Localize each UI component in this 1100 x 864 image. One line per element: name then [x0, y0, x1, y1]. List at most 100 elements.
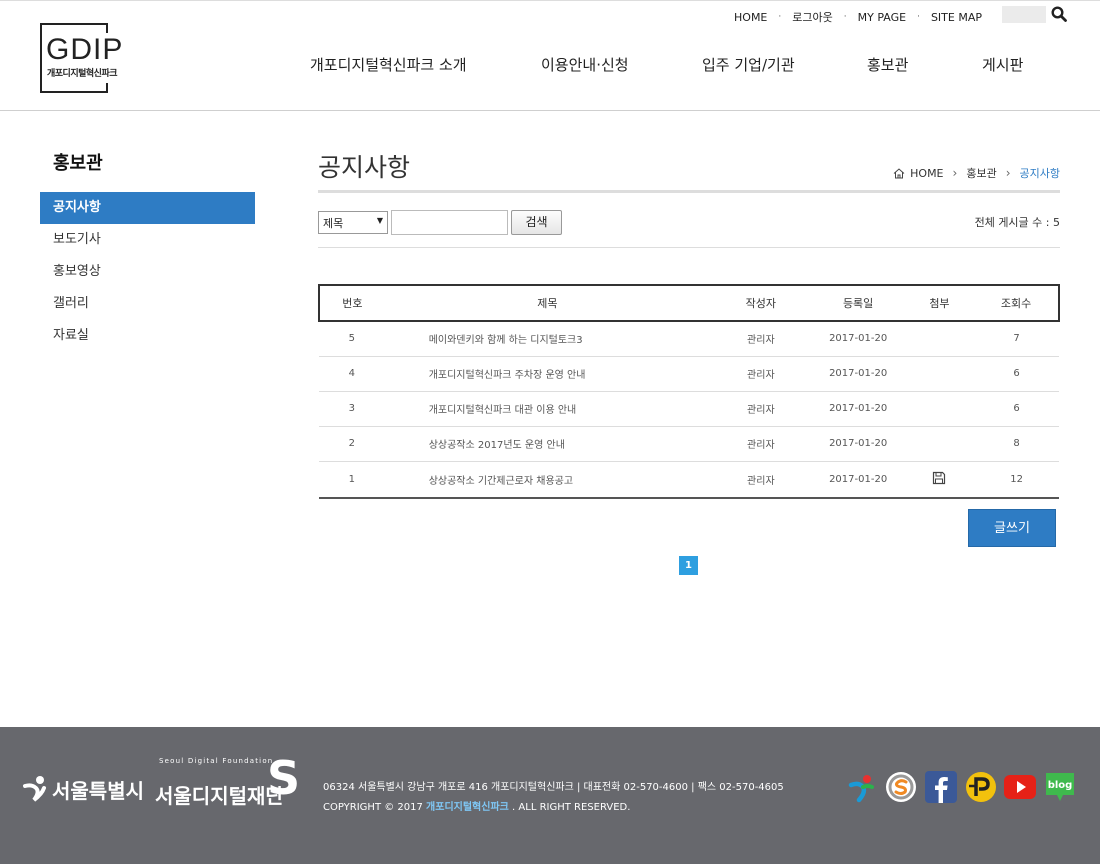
- row-attachment: [904, 391, 975, 427]
- row-date: 2017-01-20: [811, 321, 905, 357]
- nav-about[interactable]: 개포디지털혁신파크 소개: [310, 54, 467, 75]
- board-search-input[interactable]: [391, 210, 508, 235]
- seoul-city-logo[interactable]: 서울특별시: [22, 774, 144, 804]
- logo-text: GDIP: [46, 33, 124, 66]
- row-views: 6: [974, 356, 1059, 392]
- seoul-mark-icon: [23, 776, 46, 802]
- row-views: 12: [974, 461, 1059, 499]
- col-date: 등록일: [811, 284, 905, 322]
- site-footer: 서울특별시 Seoul Digital Foundation 서울디지털재단 S…: [0, 727, 1100, 864]
- sidebar-item-video[interactable]: 홍보영상: [40, 256, 255, 288]
- blog-icon[interactable]: blog: [1044, 771, 1076, 803]
- row-date: 2017-01-20: [811, 391, 905, 427]
- table-row[interactable]: 4 개포디지털혁신파크 주차장 운영 안내 관리자 2017-01-20 6: [319, 356, 1059, 392]
- breadcrumb: HOME › 홍보관 › 공지사항: [893, 165, 1060, 181]
- row-date: 2017-01-20: [811, 461, 905, 499]
- row-title-link[interactable]: 개포디지털혁신파크 주차장 운영 안내: [384, 356, 711, 392]
- chevron-right-icon: ›: [1005, 166, 1011, 180]
- util-mypage-link[interactable]: MY PAGE: [858, 11, 906, 24]
- nav-promotion[interactable]: 홍보관: [867, 54, 908, 75]
- row-attachment: [904, 426, 975, 462]
- blog-icon-label: blog: [1048, 780, 1073, 791]
- table-header-row: 번호 제목 작성자 등록일 첨부 조회수: [318, 284, 1060, 322]
- nav-usage-apply[interactable]: 이용안내·신청: [541, 54, 629, 75]
- search-divider: [318, 247, 1060, 248]
- util-logout-link[interactable]: 로그아웃: [792, 9, 832, 25]
- page-title: 공지사항: [318, 153, 411, 182]
- logo-subtext: 개포디지털혁신파크: [47, 69, 118, 79]
- sidebar-item-press[interactable]: 보도기사: [40, 224, 255, 256]
- row-author: 관리자: [710, 391, 812, 427]
- title-divider: [318, 190, 1060, 193]
- seoul-logo-text: 서울특별시: [52, 778, 144, 803]
- circle-s-icon[interactable]: [885, 771, 917, 803]
- search-field-select[interactable]: 제목 ▼: [318, 211, 388, 234]
- util-home-link[interactable]: HOME: [734, 11, 767, 24]
- row-number: 5: [319, 321, 385, 357]
- table-row[interactable]: 5 메이와덴키와 함께 하는 디지털토크3 관리자 2017-01-20 7: [319, 321, 1059, 357]
- sidebar: 홍보관 공지사항 보도기사 홍보영상 갤러리 자료실: [40, 152, 255, 352]
- sidebar-title: 홍보관: [53, 153, 103, 174]
- row-date: 2017-01-20: [811, 426, 905, 462]
- footer-copyright: COPYRIGHT © 2017 개포디지털혁신파크 . ALL RIGHT R…: [323, 802, 631, 813]
- footer-address: 06324 서울특별시 강남구 개포로 416 개포디지털혁신파크 | 대표전화…: [323, 782, 784, 793]
- notice-table: 번호 제목 작성자 등록일 첨부 조회수 5 메이와덴키와 함께 하는 디지털토…: [318, 284, 1060, 499]
- main-nav: 개포디지털혁신파크 소개 이용안내·신청 입주 기업/기관 홍보관 게시판: [310, 54, 1030, 76]
- nav-board[interactable]: 게시판: [982, 54, 1023, 75]
- row-number: 2: [319, 426, 385, 462]
- total-post-count: 전체 게시글 수 : 5: [974, 216, 1060, 229]
- table-row[interactable]: 1 상상공작소 기간제근로자 채용공고 관리자 2017-01-20 12: [319, 461, 1059, 499]
- sidebar-item-notice[interactable]: 공지사항: [40, 192, 255, 224]
- row-views: 8: [974, 426, 1059, 462]
- pagination-page-1[interactable]: 1: [679, 556, 698, 575]
- search-button[interactable]: 검색: [511, 210, 562, 235]
- sidebar-item-gallery[interactable]: 갤러리: [40, 288, 255, 320]
- facebook-icon[interactable]: [925, 771, 957, 803]
- write-post-button[interactable]: 글쓰기: [968, 509, 1056, 547]
- search-icon[interactable]: [1051, 6, 1067, 22]
- sdf-logo-ko: 서울디지털재단: [155, 784, 284, 808]
- youtube-icon[interactable]: [1004, 771, 1036, 803]
- col-number: 번호: [318, 284, 385, 322]
- col-attachment: 첨부: [904, 284, 975, 322]
- nav-tenants[interactable]: 입주 기업/기관: [702, 54, 795, 75]
- sidebar-item-archive[interactable]: 자료실: [40, 320, 255, 352]
- utility-nav: HOME · 로그아웃 · MY PAGE · SITE MAP: [734, 9, 982, 25]
- row-attachment: [904, 356, 975, 392]
- home-icon[interactable]: [893, 167, 905, 179]
- row-title-link[interactable]: 상상공작소 기간제근로자 채용공고: [384, 461, 711, 499]
- site-search-input[interactable]: [1002, 6, 1046, 23]
- row-title-link[interactable]: 메이와덴키와 함께 하는 디지털토크3: [384, 321, 711, 357]
- breadcrumb-home[interactable]: HOME: [910, 167, 943, 180]
- row-number: 4: [319, 356, 385, 392]
- row-title-link[interactable]: 개포디지털혁신파크 대관 이용 안내: [384, 391, 711, 427]
- row-attachment: [904, 461, 975, 499]
- caret-down-icon: ▼: [376, 216, 383, 225]
- row-title-link[interactable]: 상상공작소 2017년도 운영 안내: [384, 426, 711, 462]
- row-number: 3: [319, 391, 385, 427]
- site-header: GDIP 개포디지털혁신파크 HOME · 로그아웃 · MY PAGE · S…: [0, 0, 1100, 111]
- gdip-logo[interactable]: GDIP 개포디지털혁신파크: [40, 23, 132, 93]
- row-attachment: [904, 321, 975, 357]
- row-author: 관리자: [710, 461, 812, 499]
- floppy-disk-icon[interactable]: [932, 471, 946, 485]
- p-icon[interactable]: [965, 771, 997, 803]
- breadcrumb-current: 공지사항: [1019, 167, 1060, 180]
- row-author: 관리자: [710, 426, 812, 462]
- sdf-logo-mark: S: [267, 751, 301, 805]
- row-author: 관리자: [710, 321, 812, 357]
- row-author: 관리자: [710, 356, 812, 392]
- seoul-icon[interactable]: [846, 771, 878, 803]
- sdf-logo-en: Seoul Digital Foundation: [159, 757, 274, 765]
- table-row[interactable]: 3 개포디지털혁신파크 대관 이용 안내 관리자 2017-01-20 6: [319, 391, 1059, 427]
- util-sitemap-link[interactable]: SITE MAP: [931, 11, 982, 24]
- search-field-value: 제목: [323, 217, 344, 230]
- col-author: 작성자: [710, 284, 812, 322]
- breadcrumb-section[interactable]: 홍보관: [966, 165, 996, 181]
- footer-brand-name: 개포디지털혁신파크: [426, 802, 509, 813]
- table-row[interactable]: 2 상상공작소 2017년도 운영 안내 관리자 2017-01-20 8: [319, 426, 1059, 462]
- row-number: 1: [319, 461, 385, 499]
- col-views: 조회수: [974, 284, 1060, 322]
- chevron-right-icon: ›: [952, 166, 958, 180]
- col-title: 제목: [384, 284, 711, 322]
